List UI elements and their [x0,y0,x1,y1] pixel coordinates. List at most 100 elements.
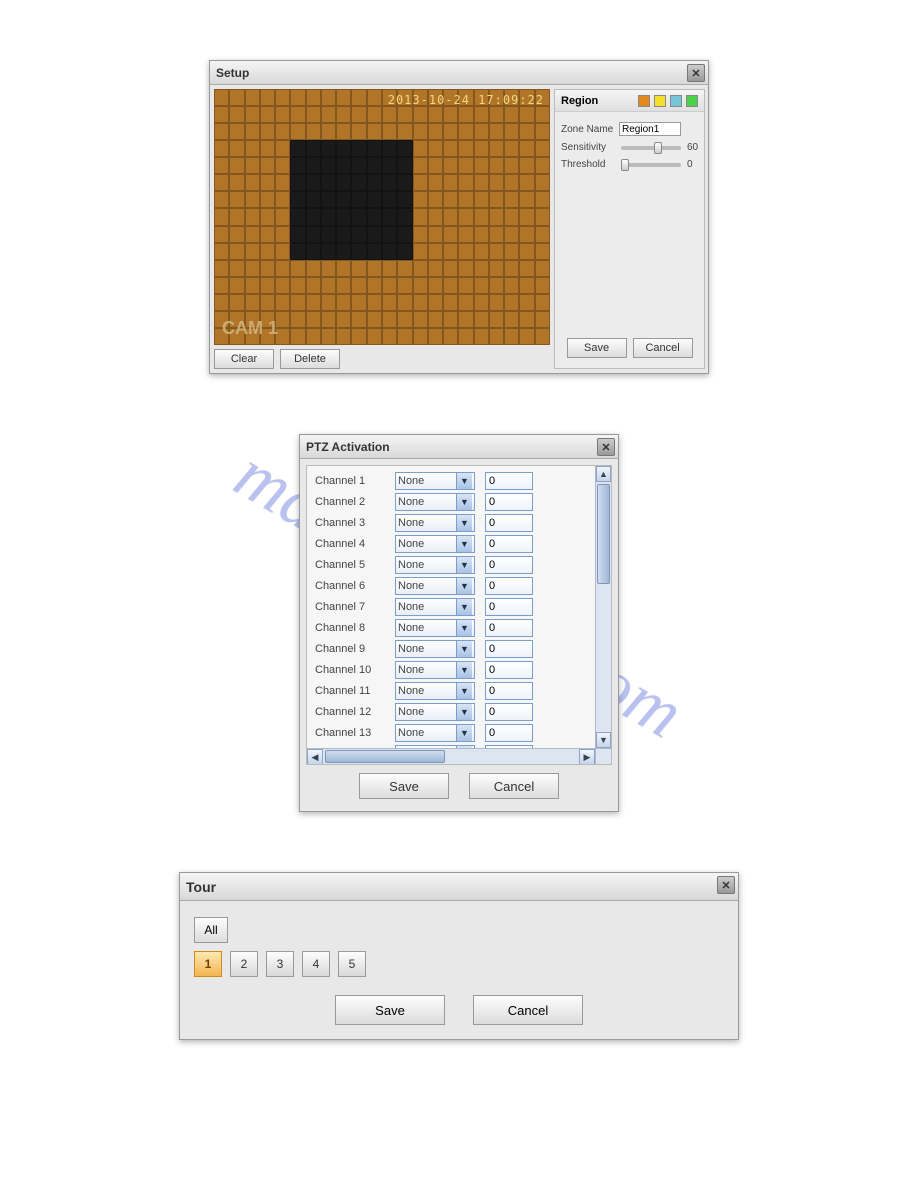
threshold-label: Threshold [561,159,615,170]
scroll-up-icon[interactable]: ▲ [596,466,611,482]
ptz-save-button[interactable]: Save [359,773,449,799]
channel-value-input[interactable] [485,724,533,742]
scrollbar-thumb[interactable] [325,750,445,763]
ptz-channel-row: Channel 13 None ▼ [311,724,591,742]
ptz-channel-row: Channel 4None▼ [311,535,591,553]
region-color-swatch[interactable] [654,95,666,107]
ptz-channel-row: Channel 12 None▼ [311,703,591,721]
tour-number-button[interactable]: 4 [302,951,330,977]
channel-label: Channel 7 [315,601,385,613]
ptz-channel-row: Channel 7 None▼ [311,598,591,616]
scroll-corner [595,748,611,764]
region-swatches [638,95,698,107]
sensitivity-value: 60 [687,142,698,153]
tour-number-button[interactable]: 1 [194,951,222,977]
scroll-left-icon[interactable]: ◀ [307,749,323,765]
channel-value-input[interactable] [485,514,533,532]
zone-name-input[interactable] [619,122,681,136]
close-icon[interactable]: ✕ [717,876,735,894]
chevron-down-icon: ▼ [456,620,472,636]
vertical-scrollbar[interactable]: ▲ ▼ [595,466,611,748]
channel-value-input[interactable] [485,535,533,553]
channel-label: Channel 12 [315,706,385,718]
scroll-down-icon[interactable]: ▼ [596,732,611,748]
ptz-channel-row: Channel 3 None▼ [311,514,591,532]
channel-label: Channel 8 [315,622,385,634]
setup-title: Setup [216,66,249,80]
chevron-down-icon: ▼ [456,683,472,699]
ptz-channel-row: Channel 1 None▼ [311,472,591,490]
channel-value-input[interactable] [485,703,533,721]
chevron-down-icon: ▼ [456,473,472,489]
channel-preset-select[interactable]: None▼ [395,703,475,721]
chevron-down-icon: ▼ [456,704,472,720]
region-color-swatch[interactable] [638,95,650,107]
region-save-button[interactable]: Save [567,338,627,358]
close-icon[interactable]: ✕ [687,64,705,82]
close-icon[interactable]: ✕ [597,438,615,456]
channel-value-input[interactable] [485,493,533,511]
ptz-cancel-button[interactable]: Cancel [469,773,559,799]
channel-label: Channel 1 [315,475,385,487]
channel-preset-select[interactable]: None▼ [395,472,475,490]
channel-value-input[interactable] [485,556,533,574]
channel-preset-select[interactable]: None▼ [395,535,475,553]
channel-preset-select[interactable]: None▼ [395,598,475,616]
channel-value-input[interactable] [485,640,533,658]
tour-number-row: 12345 [194,951,724,977]
threshold-slider[interactable] [621,163,681,167]
delete-button[interactable]: Delete [280,349,340,369]
chevron-down-icon: ▼ [456,515,472,531]
tour-all-button[interactable]: All [194,917,228,943]
chevron-down-icon: ▼ [456,725,472,741]
channel-value-input[interactable] [485,598,533,616]
select-value: None [398,727,424,739]
channel-label: Channel 3 [315,517,385,529]
tour-number-button[interactable]: 3 [266,951,294,977]
ptz-activation-dialog: PTZ Activation ✕ Channel 1None▼Channel 2… [299,434,619,812]
channel-value-input[interactable] [485,682,533,700]
channel-value-input[interactable] [485,661,533,679]
slider-thumb[interactable] [621,159,629,171]
select-value: None [398,559,424,571]
channel-preset-select[interactable]: None ▼ [395,682,475,700]
channel-preset-select[interactable]: None▼ [395,514,475,532]
chevron-down-icon: ▼ [456,641,472,657]
channel-value-input[interactable] [485,577,533,595]
channel-label: Channel 5 [315,559,385,571]
tour-number-button[interactable]: 2 [230,951,258,977]
tour-number-button[interactable]: 5 [338,951,366,977]
ptz-channel-row: Channel 6 None▼ [311,577,591,595]
channel-preset-select[interactable]: None▼ [395,619,475,637]
tour-save-button[interactable]: Save [335,995,445,1025]
channel-label: Channel 10 [315,664,385,676]
channel-preset-select[interactable]: None▼ [395,577,475,595]
select-value: None [398,685,424,697]
horizontal-scrollbar[interactable]: ◀ ▶ [307,748,595,764]
region-color-swatch[interactable] [670,95,682,107]
select-value: None [398,643,424,655]
channel-preset-select[interactable]: None▼ [395,661,475,679]
scroll-right-icon[interactable]: ▶ [579,749,595,765]
channel-value-input[interactable] [485,472,533,490]
region-header-label: Region [561,95,598,107]
clear-button[interactable]: Clear [214,349,274,369]
chevron-down-icon: ▼ [456,599,472,615]
channel-label: Channel 6 [315,580,385,592]
channel-value-input[interactable] [485,619,533,637]
camera-timestamp: 2013-10-24 17:09:22 [388,93,544,107]
sensitivity-slider[interactable] [621,146,681,150]
select-value: None [398,580,424,592]
region-color-swatch[interactable] [686,95,698,107]
camera-label: CAM 1 [222,318,278,339]
region-cancel-button[interactable]: Cancel [633,338,693,358]
channel-preset-select[interactable]: None ▼ [395,640,475,658]
slider-thumb[interactable] [654,142,662,154]
channel-preset-select[interactable]: None ▼ [395,724,475,742]
channel-preset-select[interactable]: None▼ [395,556,475,574]
channel-label: Channel 13 [315,727,385,739]
scrollbar-thumb[interactable] [597,484,610,584]
tour-cancel-button[interactable]: Cancel [473,995,583,1025]
channel-preset-select[interactable]: None▼ [395,493,475,511]
camera-region-grid[interactable]: 2013-10-24 17:09:22 CAM 1 [214,89,550,345]
